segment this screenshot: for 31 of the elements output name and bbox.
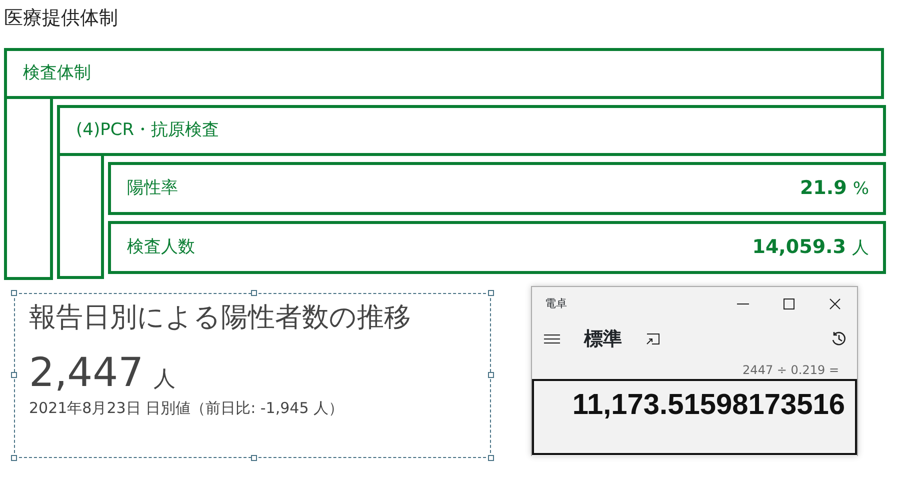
expression-text: 2447 ÷ 0.219 = — [742, 363, 839, 377]
resize-handle[interactable] — [11, 290, 17, 296]
menu-icon[interactable] — [544, 333, 560, 345]
resize-handle[interactable] — [11, 372, 17, 378]
section-header: 検査体制 — [4, 48, 884, 99]
close-icon[interactable] — [829, 298, 841, 310]
resize-handle[interactable] — [251, 455, 257, 461]
metric-value: 14,059.3 — [752, 236, 846, 258]
metric-unit: % — [852, 179, 869, 200]
metric-label: 検査人数 — [127, 236, 195, 259]
kpi-card[interactable]: 報告日別による陽性者数の推移 2,447 人 2021年8月23日 日別値（前日比: -1,945 人） — [14, 293, 491, 458]
resize-handle[interactable] — [488, 372, 494, 378]
metric-unit: 人 — [852, 238, 869, 258]
kpi-unit: 人 — [154, 367, 176, 392]
resize-handle[interactable] — [488, 455, 494, 461]
keep-on-top-icon[interactable] — [646, 333, 660, 345]
subsection-header: (4)PCR・抗原検査 — [57, 105, 886, 156]
result-display: 11,173.51598173516 — [532, 379, 857, 455]
maximize-icon[interactable] — [783, 298, 795, 310]
card-title: 報告日別による陽性者数の推移 — [29, 302, 411, 333]
resize-handle[interactable] — [488, 290, 494, 296]
mode-title: 標準 — [584, 326, 622, 352]
history-icon[interactable] — [831, 331, 847, 347]
resize-handle[interactable] — [11, 455, 17, 461]
metric-value: 21.9 — [800, 177, 847, 200]
kpi-value: 2,447 — [29, 350, 144, 396]
window-title: 電卓 — [545, 296, 568, 312]
kpi-caption: 2021年8月23日 日別値（前日比: -1,945 人） — [29, 399, 344, 418]
resize-handle[interactable] — [251, 290, 257, 296]
page-title: 医療提供体制 — [3, 6, 119, 31]
metric-label: 陽性率 — [127, 176, 178, 200]
